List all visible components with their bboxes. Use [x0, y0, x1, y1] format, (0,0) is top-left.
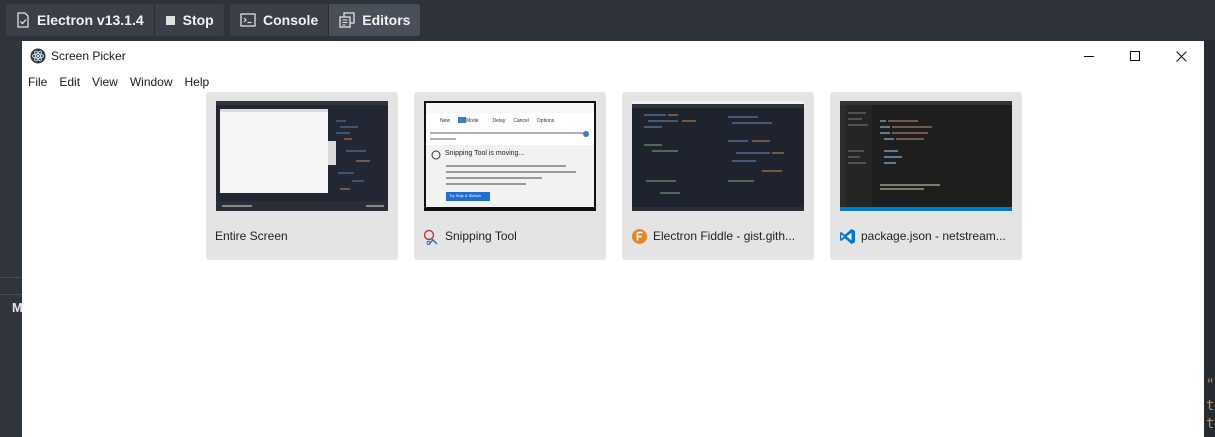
- snip-options-label: Options: [536, 118, 555, 124]
- vscode-thumbnail: [840, 101, 1012, 211]
- electron-app-icon: [30, 48, 46, 64]
- minimize-icon: [1084, 56, 1094, 57]
- background-code-fragment: t: [1206, 416, 1215, 432]
- source-label-row: package.json - netstream...: [839, 227, 1014, 245]
- source-label-row: Snipping Tool: [423, 227, 598, 245]
- snip-mode-label: Mode: [466, 118, 479, 124]
- maximize-button[interactable]: [1112, 41, 1158, 71]
- stop-label: Stop: [182, 12, 214, 28]
- run-controls: Electron v13.1.4 Stop: [6, 4, 224, 36]
- background-divider: [0, 294, 22, 295]
- electron-fiddle-preview: [632, 101, 804, 211]
- console-icon: [240, 13, 256, 27]
- menu-file[interactable]: File: [22, 72, 53, 92]
- menu-view[interactable]: View: [86, 72, 124, 92]
- electron-version-button[interactable]: Electron v13.1.4: [6, 4, 155, 36]
- electron-fiddle-icon: [632, 228, 647, 244]
- view-controls: Console Editors: [230, 4, 421, 36]
- snip-cancel-label: Cancel: [513, 118, 529, 124]
- snipping-preview-toolbar: New Mode Delay Cancel Options: [440, 118, 554, 124]
- background-code-fragment: ": [1206, 377, 1215, 393]
- menu-window[interactable]: Window: [124, 72, 179, 92]
- snip-delay-label: Delay: [492, 118, 506, 124]
- vscode-icon: [840, 228, 855, 244]
- screen-thumbnail: [216, 101, 388, 211]
- background-divider: [0, 277, 22, 278]
- snip-new-label: New: [440, 118, 451, 124]
- console-label: Console: [263, 12, 319, 28]
- entire-screen-preview: [216, 101, 388, 211]
- minimize-button[interactable]: [1066, 41, 1112, 71]
- snipping-tool-icon: [423, 229, 438, 245]
- electron-fiddle-thumbnail: [632, 101, 804, 211]
- window-title: Screen Picker: [51, 49, 126, 63]
- maximize-icon: [1130, 51, 1140, 61]
- electron-version-label: Electron v13.1.4: [37, 12, 144, 28]
- menu-bar: File Edit View Window Help: [22, 72, 215, 92]
- snipping-preview-message: Snipping Tool is moving...: [445, 150, 525, 157]
- source-card-electron-fiddle[interactable]: Electron Fiddle - gist.gith...: [622, 92, 814, 260]
- close-button[interactable]: [1158, 41, 1204, 71]
- source-label: Electron Fiddle - gist.gith...: [653, 229, 796, 243]
- source-label-row: Electron Fiddle - gist.gith...: [631, 227, 806, 245]
- menu-help[interactable]: Help: [179, 72, 216, 92]
- editors-button[interactable]: Editors: [329, 4, 421, 36]
- source-label: Snipping Tool: [445, 229, 517, 243]
- snipping-preview-button: Try Snip & Sketch: [449, 193, 481, 198]
- document-check-icon: [17, 12, 29, 28]
- source-card-snipping-tool[interactable]: New Mode Delay Cancel Options Snipping T…: [414, 92, 606, 260]
- editors-label: Editors: [362, 12, 411, 28]
- source-label: package.json - netstream...: [861, 229, 1006, 243]
- background-code-fragment: t: [1206, 398, 1215, 414]
- stop-icon: [165, 15, 175, 25]
- editors-icon: [339, 12, 355, 28]
- vscode-preview: [840, 101, 1012, 211]
- source-card-entire-screen[interactable]: Entire Screen: [206, 92, 398, 260]
- title-bar: Screen Picker: [22, 41, 1204, 71]
- stop-button[interactable]: Stop: [154, 4, 224, 36]
- screen-picker-window: Screen Picker File Edit View Window Help: [22, 41, 1204, 437]
- fiddle-toolbar: Electron v13.1.4 Stop Console Editors: [0, 0, 1215, 40]
- source-label-row: Entire Screen: [215, 227, 390, 245]
- console-button[interactable]: Console: [230, 4, 330, 36]
- background-editor-edge: " t t: [1204, 40, 1215, 437]
- close-icon: [1175, 50, 1187, 62]
- source-label: Entire Screen: [215, 229, 288, 243]
- source-card-vscode[interactable]: package.json - netstream...: [830, 92, 1022, 260]
- snipping-tool-thumbnail: New Mode Delay Cancel Options Snipping T…: [424, 101, 596, 211]
- menu-edit[interactable]: Edit: [53, 72, 86, 92]
- background-sidebar: [0, 40, 22, 437]
